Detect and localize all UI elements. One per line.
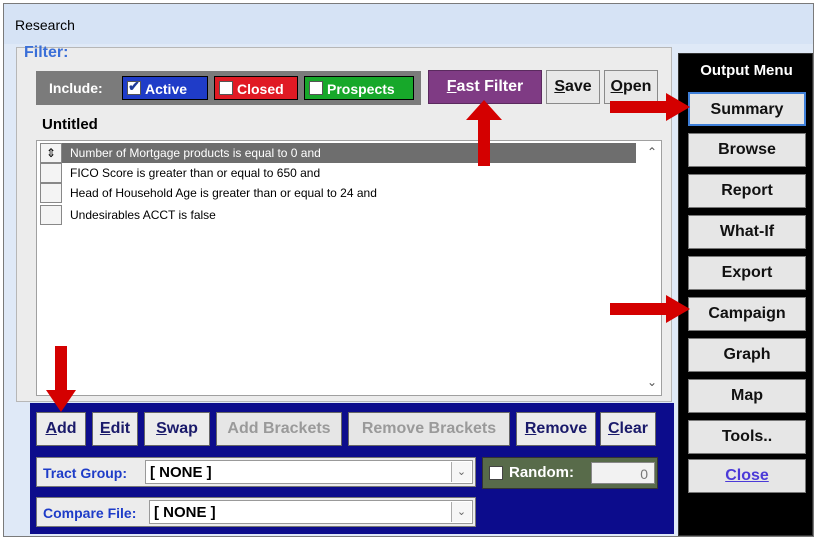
swap-hotkey: S (156, 420, 167, 437)
compare-file-label: Compare File: (43, 505, 137, 521)
research-window: Research Filter: Include: ✔ Active Close… (3, 3, 814, 537)
include-prospects-checkbox[interactable]: Prospects (304, 76, 414, 100)
row-handle[interactable] (40, 183, 62, 203)
add-brackets-button[interactable]: Add Brackets (216, 412, 342, 446)
compare-file-select[interactable]: [ NONE ] ⌄ (149, 500, 473, 524)
edit-button[interactable]: Edit (92, 412, 138, 446)
fast-filter-hotkey: F (446, 78, 457, 95)
list-item[interactable]: FICO Score is greater than or equal to 6… (40, 163, 636, 183)
scroll-up-icon[interactable]: ⌃ (647, 145, 657, 159)
scroll-down-icon[interactable]: ⌄ (647, 375, 657, 389)
compare-file-value: [ NONE ] (154, 504, 216, 521)
edit-hotkey: E (99, 420, 111, 437)
campaign-button[interactable]: Campaign (688, 297, 806, 331)
include-bar: Include: ✔ Active Closed Prospects (36, 71, 421, 105)
include-closed-label: Closed (237, 81, 284, 97)
checkbox-box (219, 81, 233, 95)
include-closed-checkbox[interactable]: Closed (214, 76, 298, 100)
arrow-right-icon (610, 93, 690, 121)
row-handle[interactable] (40, 205, 62, 225)
arrow-up-icon (466, 100, 502, 166)
swap-button[interactable]: Swap (144, 412, 210, 446)
random-count-input[interactable]: 0 (591, 462, 655, 484)
save-hotkey: S (554, 78, 565, 95)
remove-brackets-button[interactable]: Remove Brackets (348, 412, 510, 446)
report-button[interactable]: Report (688, 174, 806, 208)
title-bar: Research (4, 4, 813, 44)
move-handle-icon[interactable]: ⇕ (40, 143, 62, 163)
list-item[interactable]: Undesirables ACCT is false (40, 205, 636, 225)
list-item[interactable]: Head of Household Age is greater than or… (40, 183, 636, 203)
browse-button[interactable]: Browse (688, 133, 806, 167)
clear-button[interactable]: Clear (600, 412, 656, 446)
compare-file-row: Compare File: [ NONE ] ⌄ (36, 497, 476, 527)
filter-conditions-list[interactable]: ⇕ Number of Mortgage products is equal t… (36, 140, 662, 396)
tools-button[interactable]: Tools.. (688, 420, 806, 454)
add-button[interactable]: Add (36, 412, 86, 446)
row-handle[interactable] (40, 163, 62, 183)
arrow-down-icon (46, 346, 76, 412)
tract-group-row: Tract Group: [ NONE ] ⌄ (36, 457, 476, 487)
map-button[interactable]: Map (688, 379, 806, 413)
include-prospects-label: Prospects (327, 81, 395, 97)
random-count-value: 0 (640, 466, 648, 482)
fast-filter-button[interactable]: Fast Filter (428, 70, 542, 104)
fast-filter-label: ast Filter (456, 78, 524, 95)
remove-button[interactable]: Remove (516, 412, 596, 446)
condition-text: Undesirables ACCT is false (70, 208, 216, 222)
export-button[interactable]: Export (688, 256, 806, 290)
close-button[interactable]: Close (688, 459, 806, 493)
graph-button[interactable]: Graph (688, 338, 806, 372)
actions-panel: Add Edit Swap Add Brackets Remove Bracke… (30, 403, 674, 534)
filter-name: Untitled (42, 116, 98, 133)
random-group: Random: 0 (482, 457, 658, 489)
add-label: dd (57, 420, 77, 437)
condition-text: Number of Mortgage products is equal to … (70, 146, 321, 160)
tract-group-value: [ NONE ] (150, 464, 212, 481)
remove-hotkey: R (524, 420, 537, 437)
condition-text: Head of Household Age is greater than or… (70, 186, 377, 200)
swap-label: wap (166, 420, 198, 437)
chevron-down-icon[interactable]: ⌄ (451, 502, 471, 522)
remove-label: emove (536, 420, 588, 437)
clear-label: lear (619, 420, 649, 437)
tract-group-select[interactable]: [ NONE ] ⌄ (145, 460, 473, 484)
include-active-checkbox[interactable]: ✔ Active (122, 76, 208, 100)
list-item[interactable]: ⇕ Number of Mortgage products is equal t… (40, 143, 636, 163)
edit-label: dit (110, 420, 131, 437)
what-if-button[interactable]: What-If (688, 215, 806, 249)
include-label: Include: (49, 80, 103, 96)
clear-hotkey: C (607, 420, 620, 437)
random-checkbox[interactable] (489, 466, 503, 480)
chevron-down-icon[interactable]: ⌄ (451, 462, 471, 482)
output-menu-title: Output Menu (700, 62, 793, 79)
arrow-right-icon (610, 295, 690, 323)
window-title: Research (15, 17, 75, 33)
tract-group-label: Tract Group: (43, 465, 128, 481)
checkbox-box (309, 81, 323, 95)
summary-button[interactable]: Summary (688, 92, 806, 126)
output-menu: Output Menu Summary Browse Report What-I… (678, 53, 813, 536)
save-label: ave (564, 78, 592, 95)
checkmark-icon: ✔ (128, 78, 140, 94)
save-button[interactable]: Save (546, 70, 600, 104)
include-active-label: Active (145, 81, 188, 97)
filter-label: Filter: (24, 44, 69, 61)
condition-text: FICO Score is greater than or equal to 6… (70, 166, 321, 180)
add-hotkey: A (45, 420, 57, 437)
random-label: Random: (509, 464, 574, 481)
